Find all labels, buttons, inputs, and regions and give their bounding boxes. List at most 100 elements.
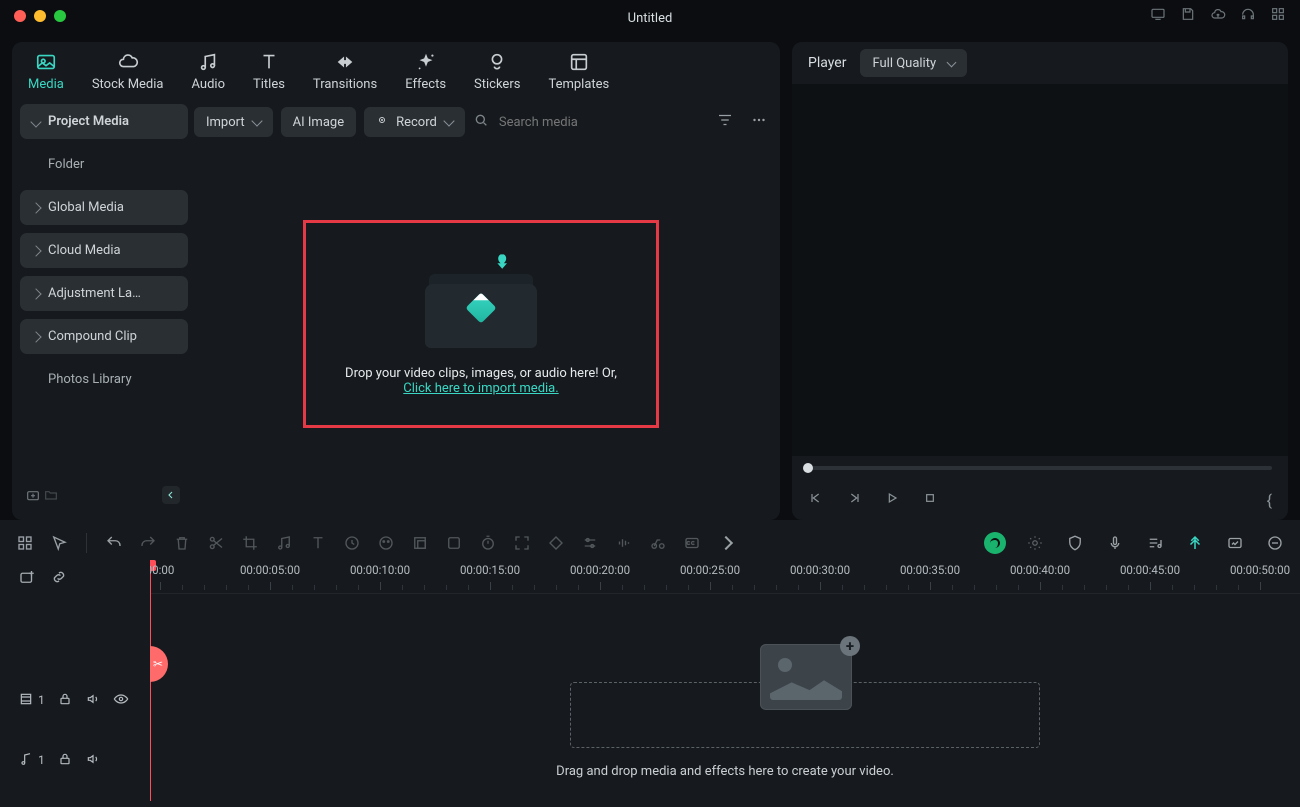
scissors-icon[interactable] xyxy=(205,532,227,554)
ruler-timestamp: 00:00 xyxy=(150,563,174,577)
lock-icon[interactable] xyxy=(57,691,73,710)
caption-box-icon[interactable] xyxy=(1224,532,1246,554)
media-icon xyxy=(35,51,57,73)
ruler-timestamp: 00:00:20:00 xyxy=(570,563,630,577)
folder-icon[interactable] xyxy=(42,486,60,504)
trash-icon[interactable] xyxy=(171,532,193,554)
lock-icon[interactable] xyxy=(57,751,73,770)
next-frame-icon[interactable] xyxy=(846,490,862,510)
eye-icon[interactable] xyxy=(113,691,129,710)
quality-select[interactable]: Full Quality xyxy=(860,49,967,77)
cc-icon[interactable] xyxy=(681,532,703,554)
cursor-icon[interactable] xyxy=(48,532,70,554)
sliders-icon[interactable] xyxy=(579,532,601,554)
play-icon[interactable] xyxy=(884,490,900,510)
sun-icon[interactable] xyxy=(1024,532,1046,554)
razor-marker[interactable]: ✂ xyxy=(150,646,168,682)
expand-icon[interactable] xyxy=(511,532,533,554)
record-button[interactable]: Record xyxy=(364,107,465,137)
player-seek[interactable] xyxy=(792,456,1288,480)
tab-stickers[interactable]: Stickers xyxy=(474,51,520,92)
prev-frame-icon[interactable] xyxy=(808,490,824,510)
timeline-ruler[interactable]: 00:0000:00:05:0000:00:10:0000:00:15:0000… xyxy=(150,560,1300,594)
main-tabs: Media Stock Media Audio Titles Transitio… xyxy=(12,42,780,94)
music-list-icon[interactable] xyxy=(1144,532,1166,554)
add-media-icon[interactable]: + xyxy=(840,636,860,656)
more-icon[interactable] xyxy=(750,111,768,133)
zoom-out-icon[interactable] xyxy=(1264,532,1286,554)
more-tools-icon[interactable] xyxy=(715,532,737,554)
timeline-tracks-area[interactable]: 00:0000:00:05:0000:00:10:0000:00:15:0000… xyxy=(150,560,1300,801)
grid-icon[interactable] xyxy=(1270,6,1286,26)
cloud-icon[interactable] xyxy=(1210,6,1226,26)
search-input[interactable] xyxy=(497,114,677,131)
player-transport: { xyxy=(792,480,1288,520)
title-icon[interactable] xyxy=(307,532,329,554)
undo-icon[interactable] xyxy=(103,532,125,554)
music-note-icon xyxy=(197,51,219,73)
tree-icon[interactable] xyxy=(1184,532,1206,554)
sidebar-item-photos-library[interactable]: Photos Library xyxy=(20,362,188,397)
tab-media[interactable]: Media xyxy=(28,51,64,92)
ruler-timestamp: 00:00:15:00 xyxy=(460,563,520,577)
keyframe-icon[interactable] xyxy=(545,532,567,554)
bracket-icon[interactable]: { xyxy=(1267,491,1272,510)
tab-stock-media[interactable]: Stock Media xyxy=(92,51,164,92)
import-folder-illustration xyxy=(421,258,541,348)
timer-icon[interactable] xyxy=(477,532,499,554)
minimize-window-button[interactable] xyxy=(34,10,46,22)
media-drop-area[interactable]: Drop your video clips, images, or audio … xyxy=(194,140,768,508)
new-folder-icon[interactable] xyxy=(24,486,42,504)
sidebar-item-adjustment-layer[interactable]: Adjustment La… xyxy=(20,276,188,311)
tab-titles[interactable]: Titles xyxy=(253,51,285,92)
headset-icon[interactable] xyxy=(1240,6,1256,26)
bike-icon[interactable] xyxy=(647,532,669,554)
color-icon[interactable] xyxy=(375,532,397,554)
sidebar-item-folder[interactable]: Folder xyxy=(20,147,188,182)
mic-icon[interactable] xyxy=(1104,532,1126,554)
highlighted-drop-frame: Drop your video clips, images, or audio … xyxy=(303,220,659,428)
media-search[interactable] xyxy=(473,112,708,132)
collapse-sidebar-icon[interactable] xyxy=(162,486,180,504)
player-panel: Player Full Quality { xyxy=(792,42,1288,520)
ruler-timestamp: 00:00:10:00 xyxy=(350,563,410,577)
zoom-window-button[interactable] xyxy=(54,10,66,22)
filter-icon[interactable] xyxy=(716,111,734,133)
ai-image-button[interactable]: AI Image xyxy=(281,107,356,137)
sidebar-item-compound-clip[interactable]: Compound Clip xyxy=(20,319,188,354)
import-media-link[interactable]: Click here to import media. xyxy=(403,381,558,396)
import-button[interactable]: Import xyxy=(194,107,273,137)
redo-icon[interactable] xyxy=(137,532,159,554)
music-icon[interactable] xyxy=(273,532,295,554)
add-track-icon[interactable] xyxy=(18,568,36,590)
mute-icon[interactable] xyxy=(85,751,101,770)
player-preview[interactable] xyxy=(792,84,1288,456)
search-icon xyxy=(473,112,489,132)
crop-icon[interactable] xyxy=(239,532,261,554)
close-window-button[interactable] xyxy=(14,10,26,22)
record-dot-icon xyxy=(376,114,388,130)
greenscreen-icon[interactable] xyxy=(409,532,431,554)
mute-icon[interactable] xyxy=(85,691,101,710)
eq-icon[interactable] xyxy=(613,532,635,554)
ai-icon[interactable] xyxy=(984,532,1006,554)
mask-icon[interactable] xyxy=(443,532,465,554)
media-panel: Media Stock Media Audio Titles Transitio… xyxy=(12,42,780,520)
shield-icon[interactable] xyxy=(1064,532,1086,554)
tab-transitions[interactable]: Transitions xyxy=(313,51,377,92)
layout-icon[interactable] xyxy=(14,532,36,554)
timeline-toolbar xyxy=(0,526,1300,560)
tab-templates[interactable]: Templates xyxy=(548,51,609,92)
speed-icon[interactable] xyxy=(341,532,363,554)
stop-icon[interactable] xyxy=(922,490,938,510)
link-icon[interactable] xyxy=(50,568,68,590)
sidebar-item-cloud-media[interactable]: Cloud Media xyxy=(20,233,188,268)
display-icon[interactable] xyxy=(1150,6,1166,26)
media-placeholder-thumb[interactable]: + xyxy=(760,644,852,710)
tab-audio[interactable]: Audio xyxy=(192,51,225,92)
sidebar-item-project-media[interactable]: Project Media xyxy=(20,104,188,139)
save-icon[interactable] xyxy=(1180,6,1196,26)
sparkle-icon xyxy=(415,51,437,73)
tab-effects[interactable]: Effects xyxy=(405,51,446,92)
sidebar-item-global-media[interactable]: Global Media xyxy=(20,190,188,225)
